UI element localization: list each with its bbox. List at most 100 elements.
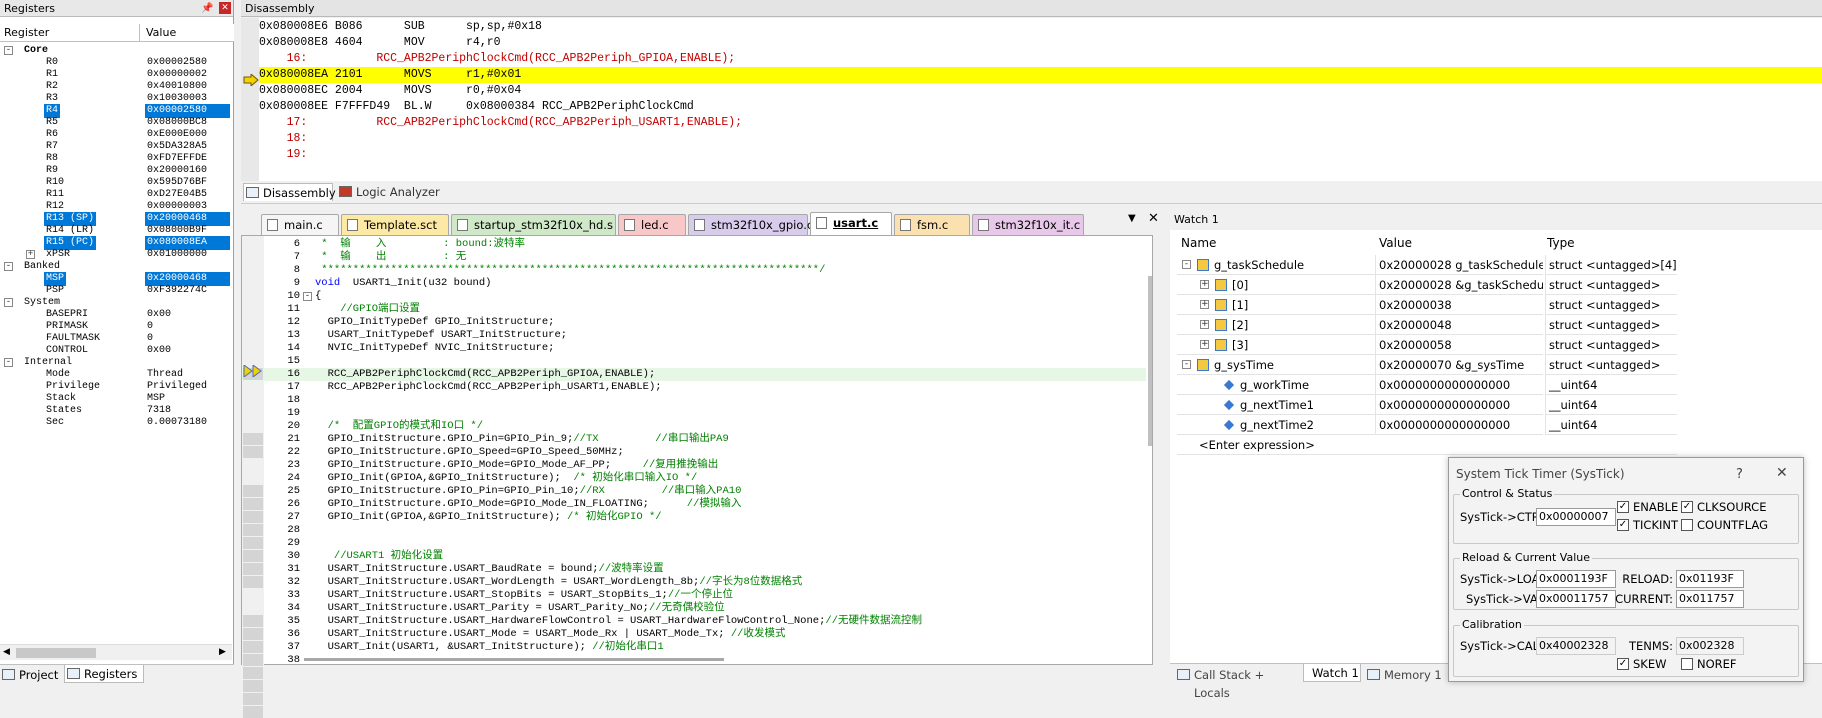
- file-tab[interactable]: startup_stm32f10x_hd.s: [451, 214, 616, 235]
- code-line[interactable]: 17 RCC_APB2PeriphClockCmd(RCC_APB2Periph…: [242, 381, 1146, 394]
- watch-name-cell[interactable]: + [2]: [1177, 315, 1375, 335]
- breakpoint-gutter-marker[interactable]: [243, 667, 263, 679]
- tab-memory1[interactable]: Memory 1: [1365, 666, 1445, 684]
- register-value[interactable]: 0.00073180: [145, 416, 230, 430]
- code-line[interactable]: 35 USART_InitStructure.USART_HardwareFlo…: [242, 615, 1146, 628]
- val-input[interactable]: 0x00011757: [1536, 590, 1616, 608]
- breakpoint-gutter-marker[interactable]: [243, 693, 263, 705]
- enter-expression-row[interactable]: <Enter expression>: [1177, 435, 1677, 455]
- watch-col-type[interactable]: Type: [1547, 236, 1575, 250]
- expand-icon[interactable]: +: [1200, 320, 1209, 329]
- file-tab[interactable]: main.c: [261, 214, 339, 235]
- code-line[interactable]: 6 * 输 入 : bound:波特率: [242, 238, 1146, 251]
- code-line[interactable]: 30 //USART1 初始化设置: [242, 550, 1146, 563]
- breakpoint-gutter-marker[interactable]: [243, 615, 263, 627]
- file-tab[interactable]: stm32f10x_gpio.c: [688, 214, 813, 235]
- current-instruction-line[interactable]: 0x080008EA 2101 MOVS r1,#0x01: [259, 67, 1822, 83]
- tab-call-stack[interactable]: Call Stack + Locals: [1175, 666, 1300, 700]
- code-line[interactable]: 23 GPIO_InitStructure.GPIO_Mode=GPIO_Mod…: [242, 459, 1146, 472]
- collapse-icon[interactable]: -: [4, 46, 13, 55]
- breakpoint-gutter-marker[interactable]: [243, 498, 263, 510]
- pin-icon[interactable]: 📌: [201, 0, 213, 17]
- tab-project[interactable]: Project: [0, 666, 60, 684]
- expand-icon[interactable]: +: [1200, 280, 1209, 289]
- file-tab[interactable]: led.c: [618, 214, 686, 235]
- watch-name-cell[interactable]: g_nextTime1: [1177, 395, 1375, 415]
- code-line[interactable]: 12 GPIO_InitTypeDef GPIO_InitStructure;: [242, 316, 1146, 329]
- watch-value[interactable]: 0x20000048: [1375, 315, 1543, 335]
- help-button[interactable]: ?: [1736, 467, 1743, 482]
- disassembly-line[interactable]: 19:: [259, 147, 308, 163]
- code-editor[interactable]: 6 * 输 入 : bound:波特率 7 * 输 出 : 无8 ********…: [241, 235, 1153, 718]
- expand-icon[interactable]: +: [26, 250, 35, 259]
- watch-name-cell[interactable]: + [0]: [1177, 275, 1375, 295]
- reload-input[interactable]: 0x01193F: [1676, 570, 1744, 588]
- disassembly-line[interactable]: 16: RCC_APB2PeriphClockCmd(RCC_APB2Perip…: [259, 51, 736, 67]
- breakpoint-gutter-marker[interactable]: [243, 628, 263, 640]
- breakpoint-gutter-marker[interactable]: [243, 680, 263, 692]
- current-input[interactable]: 0x011757: [1676, 590, 1744, 608]
- code-line[interactable]: 25 GPIO_InitStructure.GPIO_Pin=GPIO_Pin_…: [242, 485, 1146, 498]
- breakpoint-gutter-marker[interactable]: [243, 524, 263, 536]
- clksource-checkbox[interactable]: ✓: [1681, 501, 1693, 513]
- code-line[interactable]: 24 GPIO_Init(GPIOA,&GPIO_InitStructure);…: [242, 472, 1146, 485]
- code-line[interactable]: 27 GPIO_Init(GPIOA,&GPIO_InitStructure);…: [242, 511, 1146, 524]
- editor-vscroll-thumb[interactable]: [1148, 276, 1152, 446]
- watch-name-cell[interactable]: g_workTime: [1177, 375, 1375, 395]
- disassembly-line[interactable]: 0x080008E6 B086 SUB sp,sp,#0x18: [259, 19, 542, 35]
- breakpoint-gutter-marker[interactable]: [243, 511, 263, 523]
- tab-watch1[interactable]: Watch 1: [1303, 664, 1361, 682]
- disassembly-line[interactable]: 17: RCC_APB2PeriphClockCmd(RCC_APB2Perip…: [259, 115, 743, 131]
- breakpoint-gutter-marker[interactable]: [243, 576, 263, 588]
- close-icon[interactable]: ✕: [219, 2, 231, 14]
- expand-icon[interactable]: +: [1200, 340, 1209, 349]
- code-line[interactable]: 15: [242, 355, 1146, 368]
- watch-value[interactable]: 0x20000028 g_taskSchedule: [1375, 255, 1543, 275]
- watch-value[interactable]: 0x20000058: [1375, 335, 1543, 355]
- file-tab[interactable]: Template.sct: [341, 214, 449, 235]
- watch-name-cell[interactable]: + [3]: [1177, 335, 1375, 355]
- code-line[interactable]: 26 GPIO_InitStructure.GPIO_Mode=GPIO_Mod…: [242, 498, 1146, 511]
- watch-value[interactable]: 0x20000028 &g_taskSchedule: [1375, 275, 1543, 295]
- breakpoint-gutter-marker[interactable]: [243, 433, 263, 445]
- fold-collapse-icon[interactable]: -: [303, 292, 312, 301]
- code-line[interactable]: 37 USART_Init(USART1, &USART_InitStructu…: [242, 641, 1146, 654]
- file-tab[interactable]: fsm.c: [894, 214, 970, 235]
- editor-close-icon[interactable]: ✕: [1148, 211, 1159, 226]
- watch-col-name[interactable]: Name: [1181, 236, 1216, 250]
- watch-value[interactable]: 0x0000000000000000: [1375, 395, 1543, 415]
- disassembly-line[interactable]: 18:: [259, 131, 308, 147]
- code-line[interactable]: 34 USART_InitStructure.USART_Parity = US…: [242, 602, 1146, 615]
- disassembly-line[interactable]: 0x080008EE F7FFFD49 BL.W 0x08000384 RCC_…: [259, 99, 694, 115]
- watch-name-cell[interactable]: - g_sysTime: [1177, 355, 1375, 375]
- tenms-input[interactable]: 0x002328: [1676, 637, 1744, 655]
- load-input[interactable]: 0x0001193F: [1536, 570, 1616, 588]
- breakpoint-gutter-marker[interactable]: [243, 446, 263, 458]
- code-line[interactable]: 11 //GPIO端口设置: [242, 303, 1146, 316]
- ctrl-input[interactable]: 0x00000007: [1536, 508, 1616, 526]
- code-line[interactable]: 19: [242, 407, 1146, 420]
- watch-name-cell[interactable]: + [1]: [1177, 295, 1375, 315]
- collapse-icon[interactable]: -: [4, 298, 13, 307]
- watch-col-value[interactable]: Value: [1379, 236, 1412, 250]
- value-col-header[interactable]: Value: [146, 26, 176, 39]
- collapse-icon[interactable]: -: [4, 358, 13, 367]
- watch-value[interactable]: 0x20000038: [1375, 295, 1543, 315]
- breakpoint-gutter-marker[interactable]: [243, 641, 263, 653]
- tab-list-dropdown-icon[interactable]: ▼: [1128, 213, 1136, 224]
- scroll-left-icon[interactable]: ◀: [3, 647, 10, 657]
- code-line[interactable]: 18: [242, 394, 1146, 407]
- code-line[interactable]: 13 USART_InitTypeDef USART_InitStructure…: [242, 329, 1146, 342]
- watch-value[interactable]: 0x0000000000000000: [1375, 375, 1543, 395]
- editor-hscroll-thumb[interactable]: [304, 658, 724, 661]
- tab-logic-analyzer[interactable]: Logic Analyzer: [337, 183, 447, 201]
- registers-hscrollbar[interactable]: ◀ ▶: [0, 644, 232, 660]
- skew-checkbox[interactable]: ✓: [1617, 658, 1629, 670]
- code-line[interactable]: 7 * 输 出 : 无: [242, 251, 1146, 264]
- watch-name-cell[interactable]: - g_taskSchedule: [1177, 255, 1375, 275]
- code-line[interactable]: 9 void USART1_Init(u32 bound): [242, 277, 1146, 290]
- breakpoint-gutter-marker[interactable]: [243, 563, 263, 575]
- code-line[interactable]: 33 USART_InitStructure.USART_StopBits = …: [242, 589, 1146, 602]
- code-line[interactable]: 14 NVIC_InitTypeDef NVIC_InitStructure;: [242, 342, 1146, 355]
- watch-value[interactable]: 0x0000000000000000: [1375, 415, 1543, 435]
